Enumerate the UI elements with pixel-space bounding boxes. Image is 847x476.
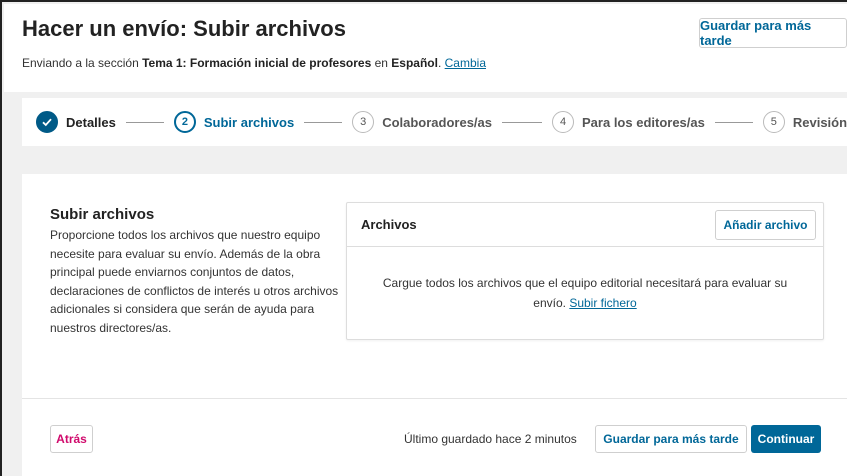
files-empty-message: Cargue todos los archivos que el equipo …	[367, 273, 803, 313]
step-number: 5	[762, 111, 785, 133]
app-frame: Hacer un envío: Subir archivos Guardar p…	[0, 0, 847, 476]
step-connector	[304, 121, 343, 123]
save-for-later-button[interactable]: Guardar para más tarde	[699, 18, 847, 48]
last-saved-status: Último guardado hace 2 minutos	[404, 432, 577, 446]
subtitle-end: .	[437, 56, 445, 70]
subtitle-prefix: Enviando a la sección	[22, 56, 143, 70]
step-connector	[714, 121, 753, 123]
section-name: Tema 1: Formación inicial de profesores	[142, 56, 372, 70]
step-progress: Detalles 2 Subir archivos 3 Colaboradore…	[22, 98, 847, 146]
back-button[interactable]: Atrás	[50, 425, 93, 453]
files-title: Archivos	[361, 217, 417, 232]
step-label: Detalles	[66, 114, 116, 130]
divider	[22, 398, 847, 399]
step-connector	[502, 121, 543, 123]
save-for-later-button-bottom[interactable]: Guardar para más tarde	[595, 425, 747, 453]
step-label: Colaboradores/as	[382, 114, 493, 130]
page-header: Hacer un envío: Subir archivos Guardar p…	[4, 4, 847, 92]
page-title: Hacer un envío: Subir archivos	[22, 16, 346, 41]
check-icon	[36, 111, 58, 133]
step-for-editors[interactable]: 4 Para los editores/as	[552, 111, 705, 133]
language-name: Español	[391, 56, 438, 70]
section-description: Proporcione todos los archivos que nuest…	[50, 228, 339, 335]
files-panel: Archivos Añadir archivo Cargue todos los…	[346, 202, 824, 340]
step-label: Revisión	[792, 114, 847, 130]
files-panel-header: Archivos Añadir archivo	[347, 203, 823, 247]
step-number: 3	[352, 111, 375, 133]
upload-file-link[interactable]: Subir fichero	[569, 296, 636, 310]
step-review[interactable]: 5 Revisión	[762, 111, 847, 133]
subtitle-middle: en	[371, 56, 392, 70]
section-heading: Subir archivos	[50, 206, 155, 223]
step-number: 4	[552, 111, 575, 133]
continue-button[interactable]: Continuar	[751, 425, 821, 453]
add-file-button[interactable]: Añadir archivo	[715, 210, 816, 240]
upload-section-card: Subir archivos Proporcione todos los arc…	[22, 174, 847, 476]
submission-context: Enviando a la sección Tema 1: Formación …	[22, 56, 486, 70]
step-details[interactable]: Detalles	[36, 111, 116, 133]
step-label: Para los editores/as	[582, 114, 705, 130]
step-upload-files[interactable]: 2 Subir archivos	[173, 111, 295, 133]
step-contributors[interactable]: 3 Colaboradores/as	[352, 111, 492, 133]
step-label: Subir archivos	[203, 114, 295, 130]
change-link[interactable]: Cambia	[445, 56, 486, 70]
step-number: 2	[173, 111, 196, 133]
step-connector	[125, 121, 164, 123]
